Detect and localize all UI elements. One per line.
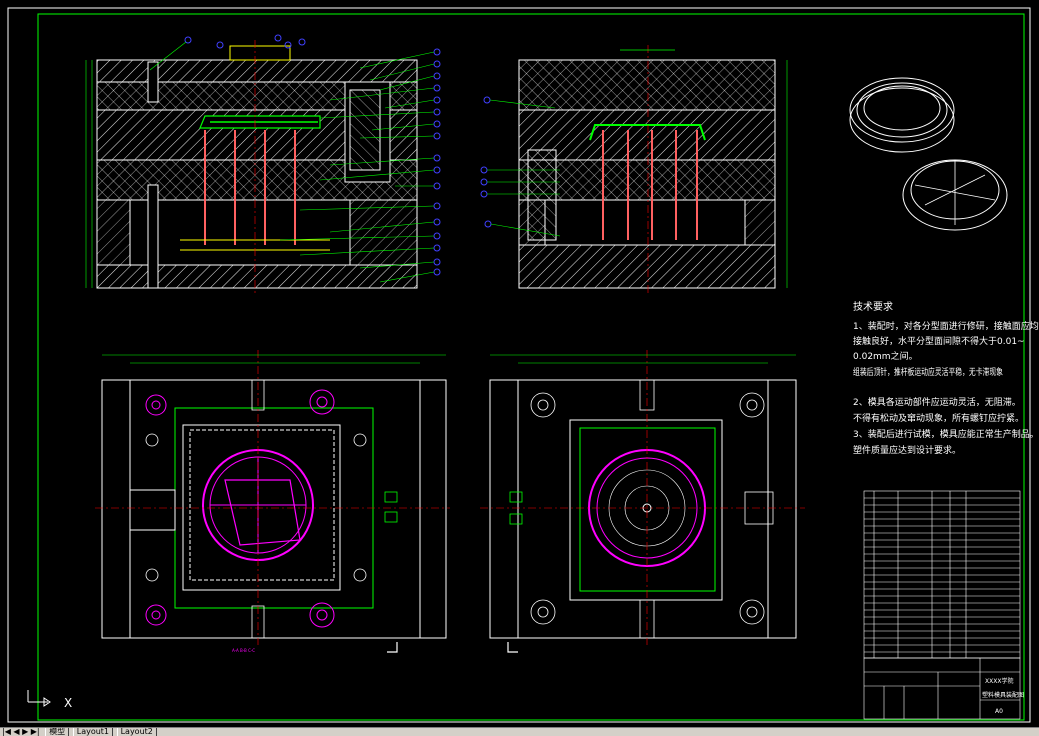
- part-line-label: A-A B-B C-C: [232, 648, 255, 653]
- parts-list-table: [863, 490, 1021, 659]
- section-mark-left: [387, 642, 398, 653]
- tech-req-line: 1、装配时，对各分型面进行修研，接触面应均匀: [853, 320, 1039, 332]
- tech-req-line: 塑件质量应达到设计要求。: [853, 444, 961, 456]
- ucs-x-label: X: [64, 696, 72, 710]
- title-block-drawing-name: 塑料模具装配图: [982, 691, 1024, 699]
- tech-req-title: 技术要求: [853, 300, 893, 313]
- cad-drawing-canvas[interactable]: A-A B-B C-C 技术要求 1、装配时，对各分型面进行修研，接触面应均匀 …: [0, 0, 1039, 727]
- section-mark-right: [507, 642, 518, 653]
- title-block-scale: A0: [995, 708, 1003, 715]
- tech-req-line: 0.02mm之间。: [853, 350, 918, 362]
- tech-req-line: 组装后顶针，推杆板运动应灵活平稳，无卡滞现象: [853, 366, 1003, 378]
- tech-req-line: 2、模具各运动部件应运动灵活，无阻滞。: [853, 396, 1021, 408]
- technical-requirements: 技术要求 1、装配时，对各分型面进行修研，接触面应均匀 接触良好，水平分型面间隙…: [853, 300, 1039, 456]
- plan-view-left: A-A B-B C-C: [95, 350, 450, 653]
- plan-view-right: [480, 350, 805, 645]
- isometric-part-base: [902, 159, 1008, 231]
- tech-req-line: 不得有松动及窜动现象，所有螺钉应拧紧。: [853, 412, 1024, 424]
- section-view-left: [85, 40, 418, 295]
- ucs-icon: X: [27, 690, 72, 710]
- tech-req-line: 3、装配后进行试模，模具应能正常生产制品。: [853, 428, 1039, 440]
- isometric-part-lid: [849, 77, 955, 153]
- tech-req-line: 接触良好，水平分型面间隙不得大于0.01~: [853, 335, 1025, 347]
- title-block-company: XXXX学院: [985, 677, 1013, 685]
